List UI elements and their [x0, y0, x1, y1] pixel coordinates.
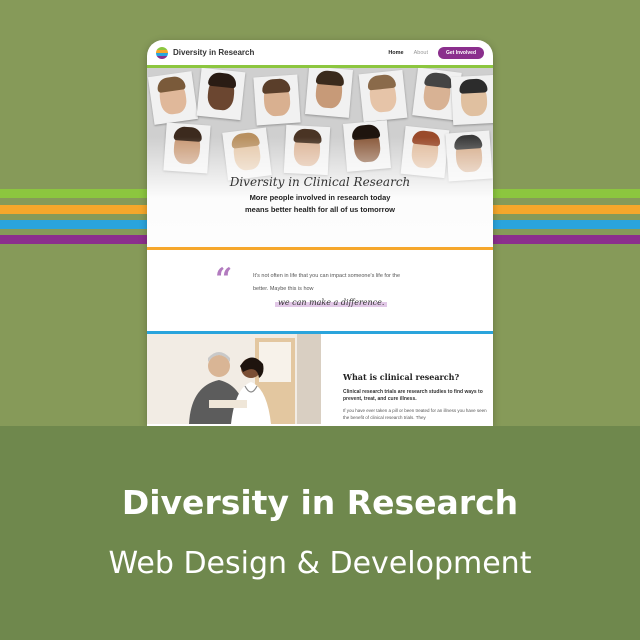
- caption-banner: Diversity in Research Web Design & Devel…: [0, 426, 640, 640]
- info-text: What is clinical research? Clinical rese…: [321, 334, 493, 424]
- info-section: What is clinical research? Clinical rese…: [147, 334, 493, 424]
- portrait-photo: [304, 68, 354, 118]
- get-involved-button[interactable]: Get Involved: [437, 46, 484, 59]
- site-navbar: Diversity in Research Home About Get Inv…: [147, 40, 493, 68]
- logo-icon: [156, 46, 168, 59]
- info-bold-text: Clinical research trials are research st…: [343, 389, 483, 402]
- portrait-photo: [358, 69, 408, 123]
- info-body-text: If you have ever taken a pill or been tr…: [343, 408, 487, 420]
- portrait-photo: [147, 71, 199, 125]
- quote-mark-icon: “: [215, 262, 233, 297]
- hero-section: Diversity in Clinical Research More peop…: [147, 68, 493, 250]
- portrait-photo: [450, 74, 493, 126]
- quote-highlight: we can make a difference.: [275, 298, 388, 307]
- hero-subtitle-line1: More people involved in research today: [249, 193, 391, 202]
- site-brand[interactable]: Diversity in Research: [173, 48, 254, 57]
- portrait-photo: [196, 68, 246, 121]
- info-heading: What is clinical research?: [343, 372, 460, 382]
- nav-home-link[interactable]: Home: [388, 50, 403, 56]
- nav-links: Home About Get Involved: [388, 46, 484, 59]
- quote-section: “ It's not often in life that you can im…: [147, 250, 493, 334]
- hero-subtitle: More people involved in research today m…: [147, 192, 493, 216]
- doctor-patient-photo: [147, 334, 321, 424]
- nav-about-link[interactable]: About: [414, 50, 428, 56]
- portrait-photo: [253, 74, 301, 126]
- quote-text: It's not often in life that you can impa…: [253, 273, 401, 292]
- hero-subtitle-line2: means better health for all of us tomorr…: [244, 205, 396, 214]
- hero-title: Diversity in Clinical Research: [229, 175, 411, 189]
- banner-title: Diversity in Research: [121, 483, 519, 522]
- banner-subtitle: Web Design & Development: [108, 546, 532, 581]
- website-mockup: Diversity in Research Home About Get Inv…: [147, 40, 493, 426]
